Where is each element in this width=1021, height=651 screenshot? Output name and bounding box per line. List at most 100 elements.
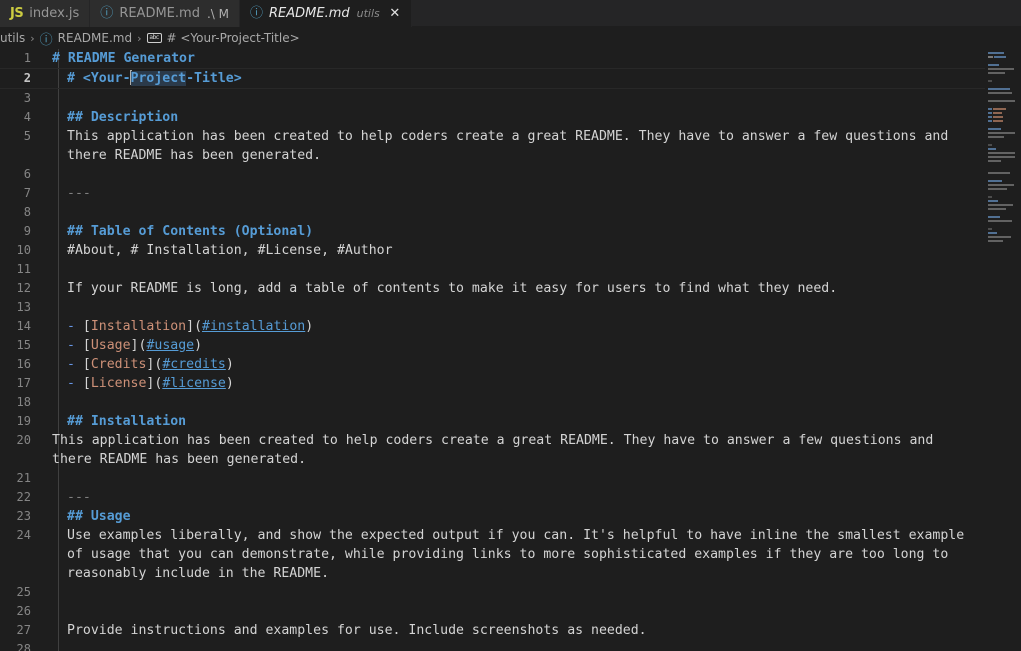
minimap[interactable] [985,49,1021,651]
code-line-row[interactable]: 11 [0,260,985,279]
code-line-content[interactable]: Provide instructions and examples for us… [44,621,985,640]
breadcrumb-item-0[interactable]: utils [0,31,25,45]
code-line-content[interactable]: Use examples liberally, and show the exp… [44,526,985,583]
line-number: 6 [23,167,31,181]
line-number: 25 [16,585,31,599]
code-line-content[interactable] [44,583,985,602]
code-line-content[interactable] [44,298,985,317]
code-line-content[interactable]: --- [44,184,985,203]
code-line-row[interactable]: 19 ## Installation [0,412,985,431]
code-line-row[interactable]: 17 - [License](#license) [0,374,985,393]
code-token: - [67,376,83,391]
line-number: 4 [23,110,31,124]
code-line-content[interactable]: ## Description [44,108,985,127]
code-line-content[interactable]: If your README is long, add a table of c… [44,279,985,298]
code-line-content[interactable]: - [Credits](#credits) [44,355,985,374]
code-line-content[interactable]: ## Installation [44,412,985,431]
code-line-row[interactable]: 2 # <Your-Project-Title> [0,68,985,89]
code-line-content[interactable]: - [Usage](#usage) [44,336,985,355]
code-token: [ [82,376,91,391]
line-number: 14 [16,319,31,333]
code-line-row[interactable]: 3 [0,89,985,108]
code-line-content[interactable]: # README Generator [44,49,985,68]
code-line-content[interactable]: #About, # Installation, #License, #Autho… [44,241,985,260]
editor-tab-readme-md[interactable]: ⓘ README.md .\ M [90,0,240,27]
code-line-row[interactable]: 25 [0,583,985,602]
code-token: ) [305,319,314,334]
code-token: Credits [90,357,147,372]
code-line-row[interactable]: 15 - [Usage](#usage) [0,336,985,355]
code-line-row[interactable]: 8 [0,203,985,222]
line-number: 24 [16,528,31,542]
code-token: If your README is long, add a table of c… [67,281,838,296]
editor-pane: 1 # README Generator 2 # <Your-Project-Titl… [0,49,1021,651]
code-line-content[interactable]: This application has been created to hel… [44,127,985,165]
code-line-content[interactable] [44,89,985,108]
code-line-content[interactable] [44,203,985,222]
editor-tab-index-js[interactable]: JS index.js [0,0,91,27]
code-token: ## Table of Contents (Optional) [67,224,314,239]
minimap-segment [988,220,1012,222]
minimap-segment [988,64,999,66]
code-line-content[interactable]: # <Your-Project-Title> [44,69,985,88]
code-line-row[interactable]: 23 ## Usage [0,507,985,526]
code-line-row[interactable]: 24 Use examples liberally, and show the e… [0,526,985,583]
breadcrumb-item-2[interactable]: abc # <Your-Project-Title> [146,31,300,45]
code-token: ## Description [67,110,179,125]
code-line-content[interactable]: - [Installation](#installation) [44,317,985,336]
code-editor-surface[interactable]: 1 # README Generator 2 # <Your-Project-Titl… [0,49,985,651]
code-line-content[interactable]: ## Usage [44,507,985,526]
code-line-row[interactable]: 4 ## Description [0,108,985,127]
code-lines[interactable]: 1 # README Generator 2 # <Your-Project-Titl… [0,49,985,651]
code-line-content[interactable]: - [License](#license) [44,374,985,393]
code-line-row[interactable]: 12 If your README is long, add a table of… [0,279,985,298]
code-token: --- [67,490,91,505]
code-line-content[interactable]: --- [44,488,985,507]
code-line-row[interactable]: 26 [0,602,985,621]
code-token: # README Generator [52,51,195,66]
code-line-content[interactable] [44,260,985,279]
minimap-segment [993,116,1003,118]
code-line-row[interactable]: 14 - [Installation](#installation) [0,317,985,336]
code-token: ## Installation [67,414,187,429]
code-line-row[interactable]: 22 --- [0,488,985,507]
minimap-segment [988,204,1013,206]
code-line-content[interactable] [44,393,985,412]
code-token: ]( [186,319,203,334]
code-line-row[interactable]: 9 ## Table of Contents (Optional) [0,222,985,241]
code-line-row[interactable]: 6 [0,165,985,184]
code-line-content[interactable] [44,640,985,651]
minimap-segment [988,200,998,202]
code-line-row[interactable]: 5 This application has been created to he… [0,127,985,165]
code-line-row[interactable]: 7 --- [0,184,985,203]
code-line-row[interactable]: 21 [0,469,985,488]
editor-tab-readme-md-utils[interactable]: ⓘ README.md utils ✕ [239,0,412,27]
line-number: 11 [16,262,31,276]
code-token: [ [82,357,91,372]
code-line-row[interactable]: 1 # README Generator [0,49,985,68]
code-line-content[interactable]: ## Table of Contents (Optional) [44,222,985,241]
code-line-row[interactable]: 28 [0,640,985,651]
code-line-row[interactable]: 18 [0,393,985,412]
minimap-segment [988,188,1007,190]
code-token: - [67,338,83,353]
code-token: # <Your- [67,71,131,86]
minimap-segment [988,80,992,82]
code-line-content[interactable] [44,602,985,621]
breadcrumb-item-1[interactable]: ⓘ README.md [40,29,132,48]
code-line-row[interactable]: 20 This application has been created to h… [0,431,985,469]
minimap-segment [988,160,1001,162]
code-line-content[interactable]: This application has been created to hel… [44,431,985,469]
close-icon[interactable]: ✕ [389,7,401,20]
code-line-row[interactable]: 10 #About, # Installation, #License, #Aut… [0,241,985,260]
breadcrumb-separator-icon: › [30,31,35,45]
code-line-row[interactable]: 13 [0,298,985,317]
code-line-row[interactable]: 27 Provide instructions and examples for … [0,621,985,640]
code-line-row[interactable]: 16 - [Credits](#credits) [0,355,985,374]
minimap-segment [988,52,1004,54]
line-number: 16 [16,357,31,371]
code-line-content[interactable] [44,165,985,184]
minimap-segment [988,68,1014,70]
code-line-content[interactable] [44,469,985,488]
minimap-segment [988,112,992,114]
